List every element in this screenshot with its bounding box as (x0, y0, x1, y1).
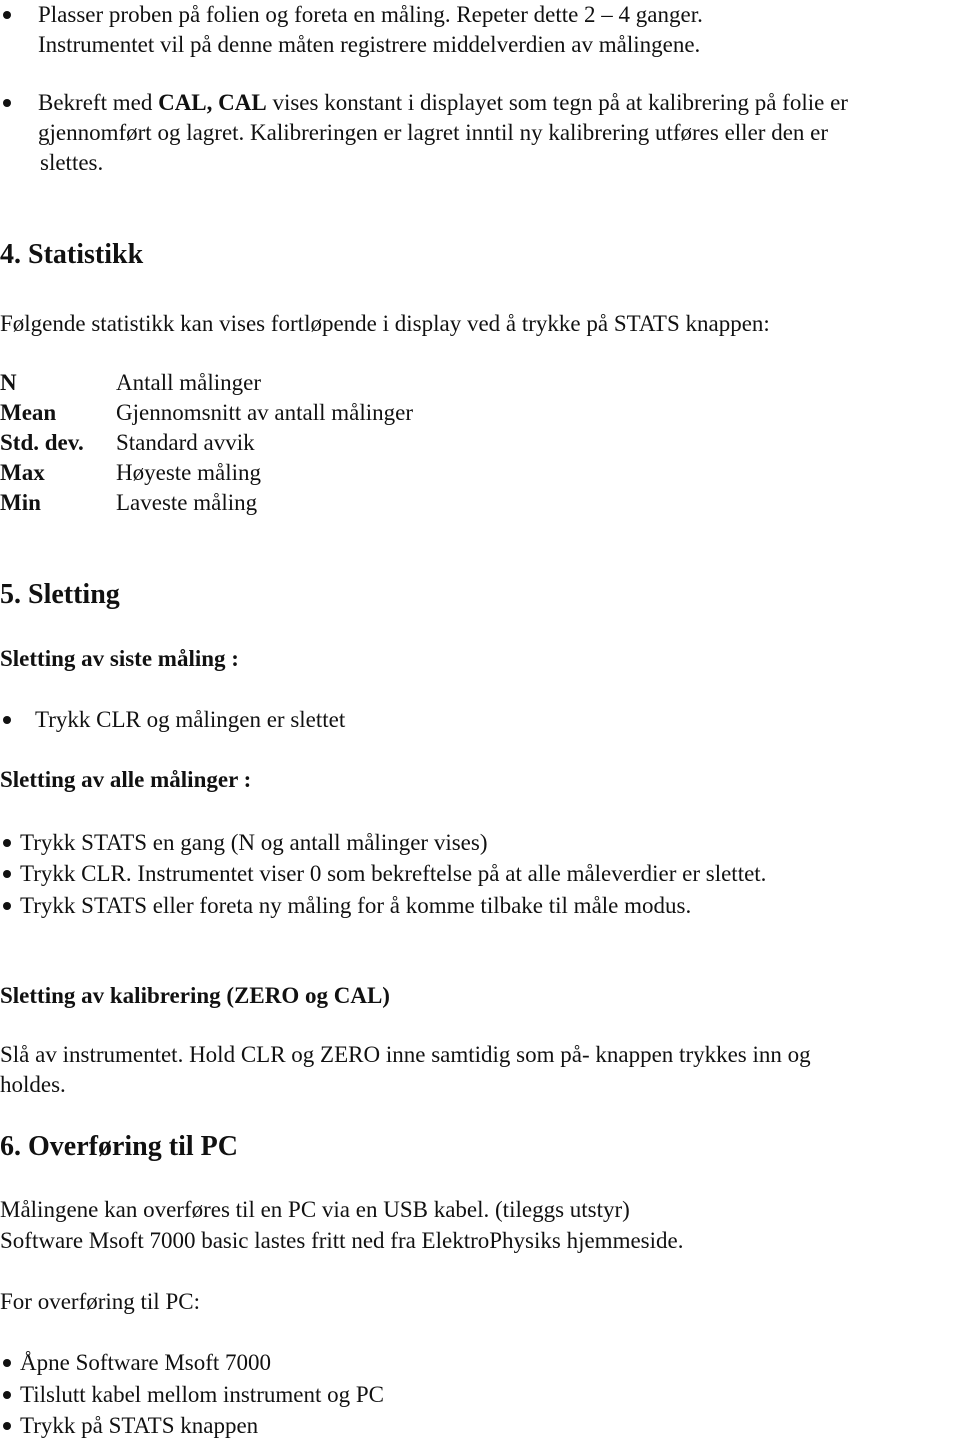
definition-row: Mean Gjennomsnitt av antall målinger (0, 398, 413, 428)
bullet-icon (3, 716, 11, 724)
intro-bullet-2-line2: gjennomført og lagret. Kalibreringen er … (38, 120, 829, 145)
definition-row: Max Høyeste måling (0, 458, 261, 488)
list-item: Trykk CLR og målingen er slettet (0, 705, 345, 735)
bullet-icon (3, 99, 11, 107)
bullet-icon (3, 1422, 11, 1430)
definition-term: Std. dev. (0, 430, 84, 455)
definition-row: Std. dev. Standard avvik (0, 428, 255, 458)
delete-all-heading: Sletting av alle målinger : (0, 767, 252, 792)
definition-term: Max (0, 460, 45, 485)
section-4-intro: Følgende statistikk kan vises fortløpend… (0, 311, 770, 336)
bullet-icon (3, 1359, 11, 1367)
transfer-line2: Software Msoft 7000 basic lastes fritt n… (0, 1228, 684, 1253)
list-item: Trykk STATS en gang (N og antall målinge… (0, 828, 487, 858)
list-item: Trykk STATS eller foreta ny måling for å… (0, 891, 691, 921)
list-item: Åpne Software Msoft 7000 (0, 1348, 271, 1378)
definition-term: Min (0, 490, 41, 515)
list-item: Tilslutt kabel mellom instrument og PC (0, 1380, 384, 1410)
intro-bullet-2-line1: Bekreft med CAL, CAL vises konstant i di… (38, 90, 848, 115)
bullet-icon (3, 1391, 11, 1399)
transfer-line1: Målingene kan overføres til en PC via en… (0, 1197, 630, 1222)
definition-row: N Antall målinger (0, 368, 261, 398)
definition-desc: Laveste måling (116, 490, 258, 515)
definition-desc: Standard avvik (116, 430, 255, 455)
transfer-lead: For overføring til PC: (0, 1289, 200, 1314)
intro-bullet-2-line3: slettes. (40, 150, 104, 175)
section-6-heading: 6. Overføring til PC (0, 1131, 238, 1162)
delete-calibration-heading: Sletting av kalibrering (ZERO og CAL) (0, 983, 390, 1008)
bullet-icon (3, 11, 11, 19)
delete-calibration-line2: holdes. (0, 1072, 66, 1097)
list-item: Trykk på STATS knappen (0, 1411, 258, 1441)
delete-calibration-line1: Slå av instrumentet. Hold CLR og ZERO in… (0, 1042, 811, 1067)
intro-bullet-1-line2: Instrumentet vil på denne måten registre… (38, 32, 701, 57)
definition-desc: Høyeste måling (116, 460, 261, 485)
definition-row: Min Laveste måling (0, 488, 257, 518)
bullet-icon (3, 839, 11, 847)
bullet-icon (3, 870, 11, 878)
intro-bullet-2: Bekreft med CAL, CAL vises konstant i di… (0, 88, 848, 148)
cal-bold: CAL, CAL (158, 90, 267, 115)
definition-term: Mean (0, 400, 57, 425)
intro-bullet-1-line1: Plasser proben på folien og foreta en må… (38, 2, 703, 27)
delete-last-heading: Sletting av siste måling : (0, 646, 239, 671)
intro-bullet-1: Plasser proben på folien og foreta en må… (0, 0, 703, 60)
definition-term: N (0, 370, 17, 395)
definition-desc: Antall målinger (116, 370, 261, 395)
list-item: Trykk CLR. Instrumentet viser 0 som bekr… (0, 859, 766, 889)
section-4-heading: 4. Statistikk (0, 239, 144, 270)
bullet-icon (3, 902, 11, 910)
section-5-heading: 5. Sletting (0, 579, 120, 610)
definition-desc: Gjennomsnitt av antall målinger (116, 400, 414, 425)
